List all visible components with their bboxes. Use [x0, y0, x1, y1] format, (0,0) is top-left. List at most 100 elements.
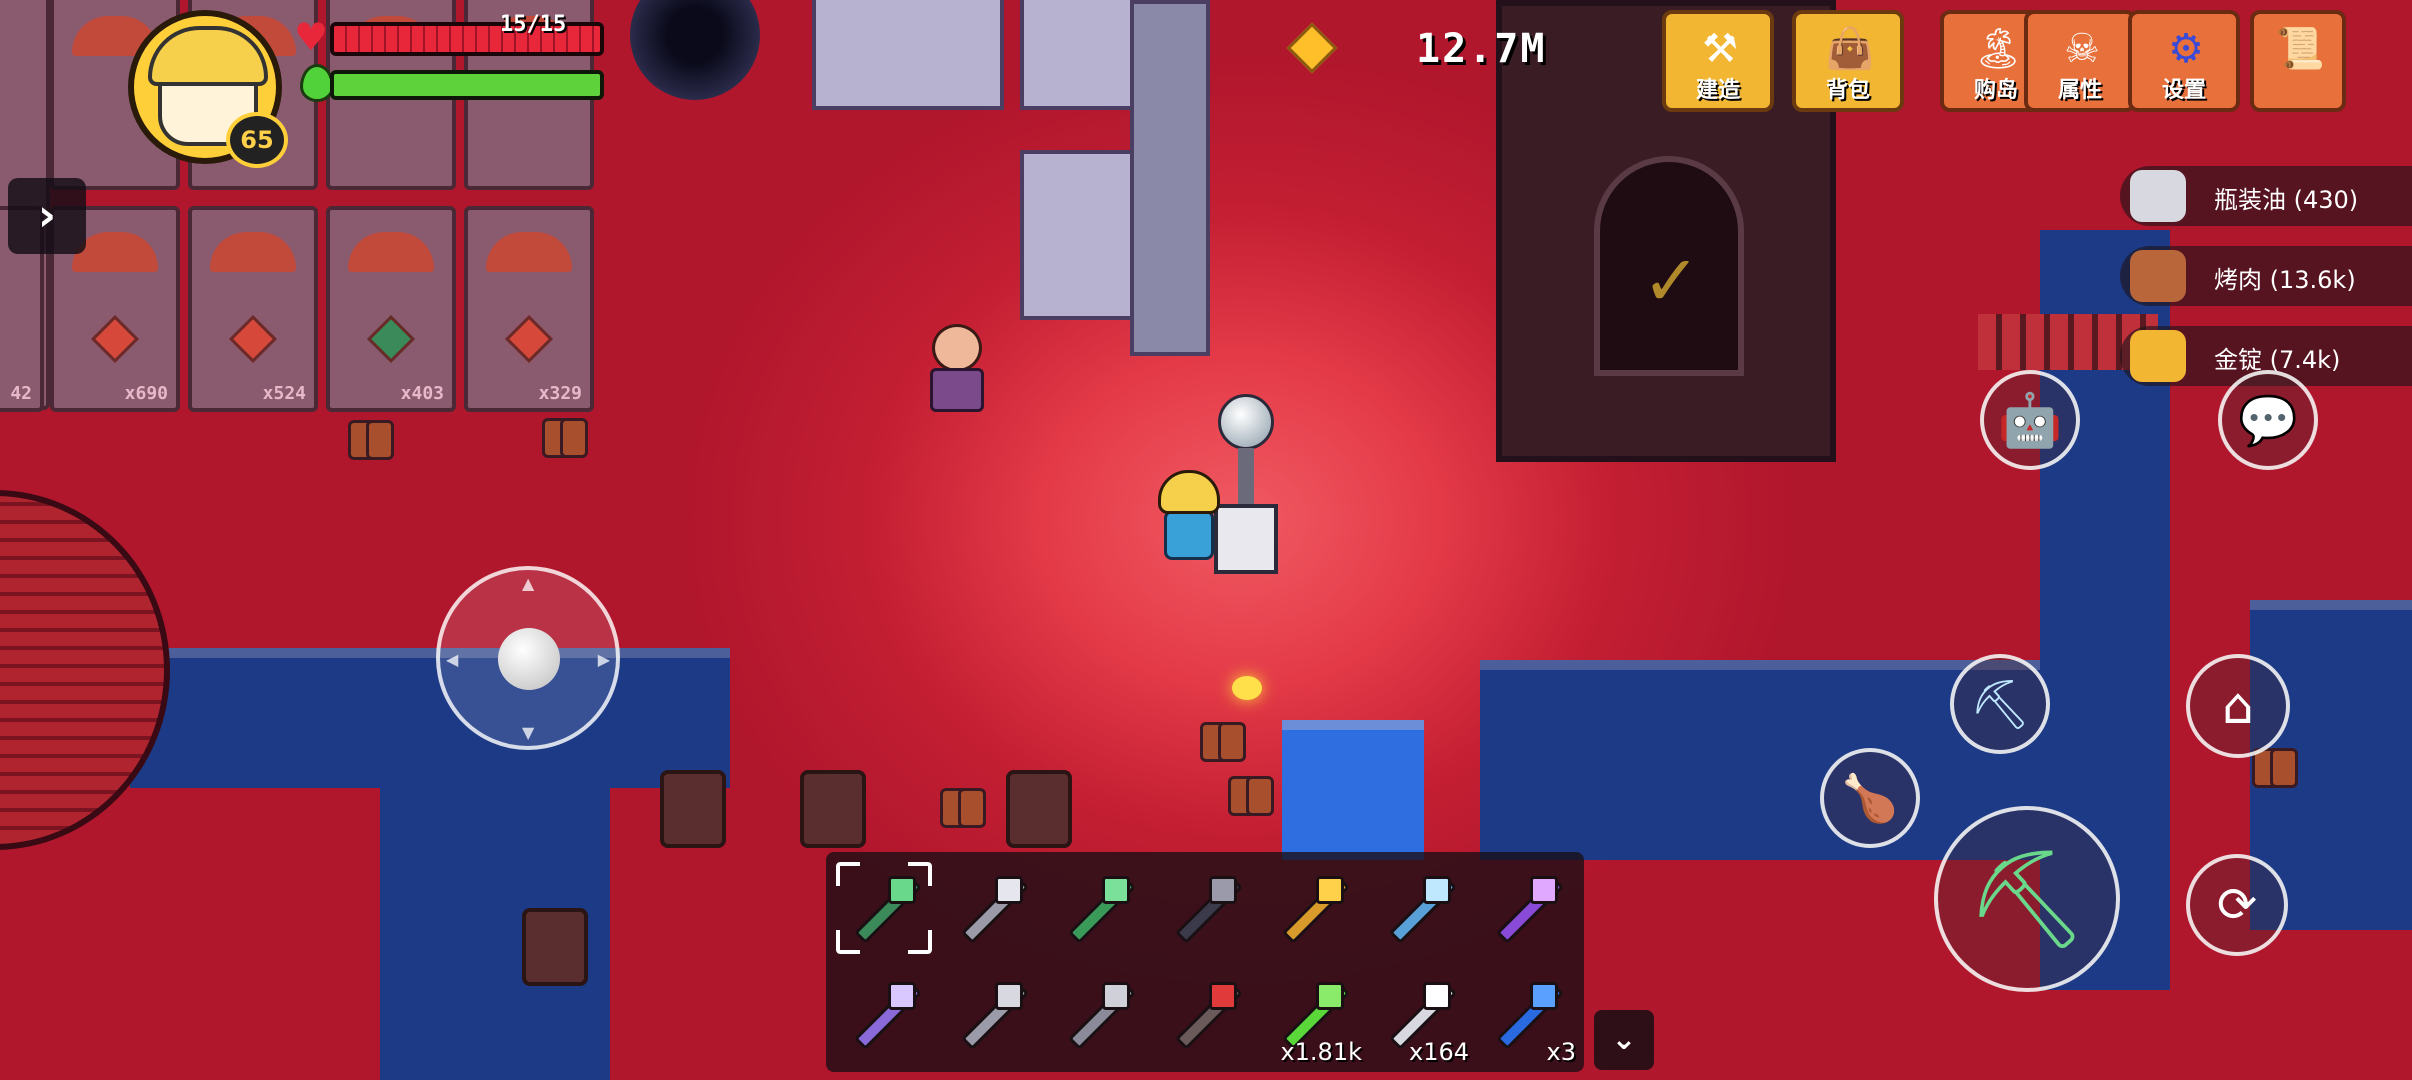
storage-qty: x690 — [124, 383, 168, 404]
storage-qty: x524 — [262, 383, 306, 404]
dark-bow-icon — [1175, 874, 1237, 934]
fire-moth[interactable] — [1200, 722, 1246, 762]
hotbar: x1.81k x164 x3 — [826, 852, 1584, 1072]
storage-qty: x329 — [538, 383, 582, 404]
map-scroll-button[interactable]: 📜 — [2250, 10, 2346, 112]
arrow-right-icon: ▶ — [597, 650, 610, 669]
storage-building[interactable]: x403 — [326, 206, 456, 412]
bottled-oil-icon — [2130, 170, 2186, 222]
arrow-left-icon: ◀ — [446, 650, 459, 669]
item-count: x164 — [1408, 1038, 1469, 1066]
green-block-icon — [1282, 980, 1344, 1040]
robot-companion-button[interactable]: 🤖 — [1980, 370, 2080, 470]
crystal-pickaxe-icon — [1389, 874, 1451, 934]
fire-moth[interactable] — [940, 788, 986, 828]
storage-qty: 42 — [10, 383, 32, 404]
hotbar-expand-button[interactable]: ⌄ — [1594, 1010, 1654, 1070]
npc-villager[interactable] — [922, 324, 992, 414]
item-count: x1.81k — [1280, 1038, 1362, 1066]
steel-shovel-icon — [961, 874, 1023, 934]
bag-icon: 👜 — [1825, 26, 1875, 72]
roll-dodge-button[interactable]: ⟳ — [2186, 854, 2288, 956]
purple-net-icon — [854, 980, 916, 1040]
hotbar-slot-jar[interactable]: x164 — [1365, 962, 1473, 1066]
crossbow-icon: ⛏ — [1966, 842, 2088, 955]
health-text: 15/15 — [500, 12, 567, 37]
movement-joystick[interactable]: ▲ ▼ ◀ ▶ — [436, 566, 620, 750]
tree-stump[interactable] — [800, 770, 866, 848]
island-icon: 🏝 — [1972, 26, 2024, 72]
firefly[interactable] — [1232, 676, 1262, 700]
action-button[interactable]: ⛏ — [1934, 806, 2120, 992]
item-count: x3 — [1546, 1038, 1576, 1066]
fishing-rod-icon — [1175, 980, 1237, 1040]
gold-ingot-icon — [2130, 330, 2186, 382]
checkmark-icon: ✓ — [1642, 240, 1701, 322]
chat-button[interactable]: 💬 — [2218, 370, 2318, 470]
blue-bomb-icon — [1496, 980, 1558, 1040]
build-button[interactable]: ⚒ 建造 — [1662, 10, 1774, 112]
tesla-tower[interactable] — [1130, 0, 1210, 356]
anvil-icon: ⚒ — [1702, 26, 1738, 72]
resource-label: 烤肉 (13.6k) — [2214, 266, 2356, 294]
home-x-icon: ⌂ — [2222, 677, 2254, 735]
unclaim-home-button[interactable]: ⌂ — [2186, 654, 2290, 758]
hotbar-slot-amethyst-sword[interactable] — [1472, 856, 1580, 960]
scroll-map-icon: 📜 — [2275, 26, 2325, 72]
storage-building[interactable]: x329 — [464, 206, 594, 412]
factory-machine[interactable] — [812, 0, 1004, 110]
storage-building[interactable]: x524 — [188, 206, 318, 412]
player-character — [1148, 470, 1228, 566]
backpack-label: 背包 — [1825, 78, 1870, 103]
chat-bubble-icon: 💬 — [2238, 392, 2298, 449]
settings-label: 设置 — [2161, 78, 2206, 103]
storage-qty: x403 — [400, 383, 444, 404]
eat-food-button[interactable]: 🍗 — [1820, 748, 1920, 848]
tree-stump[interactable] — [522, 908, 588, 986]
water-channel — [130, 648, 730, 788]
roast-meat-icon — [2130, 250, 2186, 302]
jar-icon — [1389, 980, 1451, 1040]
fire-moth[interactable] — [542, 418, 588, 458]
hammer-icon — [1068, 980, 1130, 1040]
tool-slot-button[interactable]: ⛏ — [1950, 654, 2050, 754]
energy-drop-icon — [300, 64, 334, 102]
tree-stump[interactable] — [1006, 770, 1072, 848]
hotbar-slot-drill[interactable] — [937, 962, 1045, 1066]
emerald-sword-icon — [1068, 874, 1130, 934]
tree-stump[interactable] — [660, 770, 726, 848]
hotbar-slot-crystal-pickaxe[interactable] — [1365, 856, 1473, 960]
dome-building[interactable] — [0, 490, 170, 850]
heart-icon: ♥ — [294, 15, 329, 59]
fire-moth[interactable] — [1228, 776, 1274, 816]
hotbar-slot-steel-shovel[interactable] — [937, 856, 1045, 960]
build-label: 建造 — [1695, 78, 1740, 103]
settings-button[interactable]: ⚙ 设置 — [2128, 10, 2240, 112]
hotbar-slot-hammer[interactable] — [1044, 962, 1152, 1066]
hotbar-slot-purple-net[interactable] — [830, 962, 938, 1066]
hotbar-slot-emerald-sword[interactable] — [1044, 856, 1152, 960]
backpack-button[interactable]: 👜 背包 — [1792, 10, 1904, 112]
hotbar-slot-fishing-rod[interactable] — [1151, 962, 1259, 1066]
hotbar-slot-blue-bomb[interactable]: x3 — [1472, 962, 1580, 1066]
crystal-pickaxe-icon: ⛏ — [1969, 676, 2031, 733]
hotbar-slot-green-block[interactable]: x1.81k — [1258, 962, 1366, 1066]
portal[interactable] — [630, 0, 760, 100]
emerald-crossbow-icon — [854, 874, 916, 934]
hotbar-slot-dark-bow[interactable] — [1151, 856, 1259, 960]
hotbar-slot-gold-sword[interactable] — [1258, 856, 1366, 960]
factory-machine[interactable] — [1020, 150, 1140, 320]
expand-sidebar-button[interactable]: › — [8, 178, 86, 254]
attributes-label: 属性 — [2057, 78, 2102, 103]
resource-item[interactable]: 瓶装油 (430) — [2120, 166, 2412, 226]
attributes-button[interactable]: ☠ 属性 — [2024, 10, 2136, 112]
currency-amount: 12.7M — [1416, 26, 1547, 72]
hotbar-slot-emerald-crossbow[interactable] — [830, 856, 938, 960]
arrow-up-icon: ▲ — [522, 574, 535, 593]
gold-sword-icon — [1282, 874, 1344, 934]
resource-label: 瓶装油 (430) — [2214, 186, 2359, 214]
resource-item[interactable]: 烤肉 (13.6k) — [2120, 246, 2412, 306]
drill-icon — [961, 980, 1023, 1040]
fire-moth[interactable] — [348, 420, 394, 460]
joystick-knob[interactable] — [498, 628, 560, 690]
